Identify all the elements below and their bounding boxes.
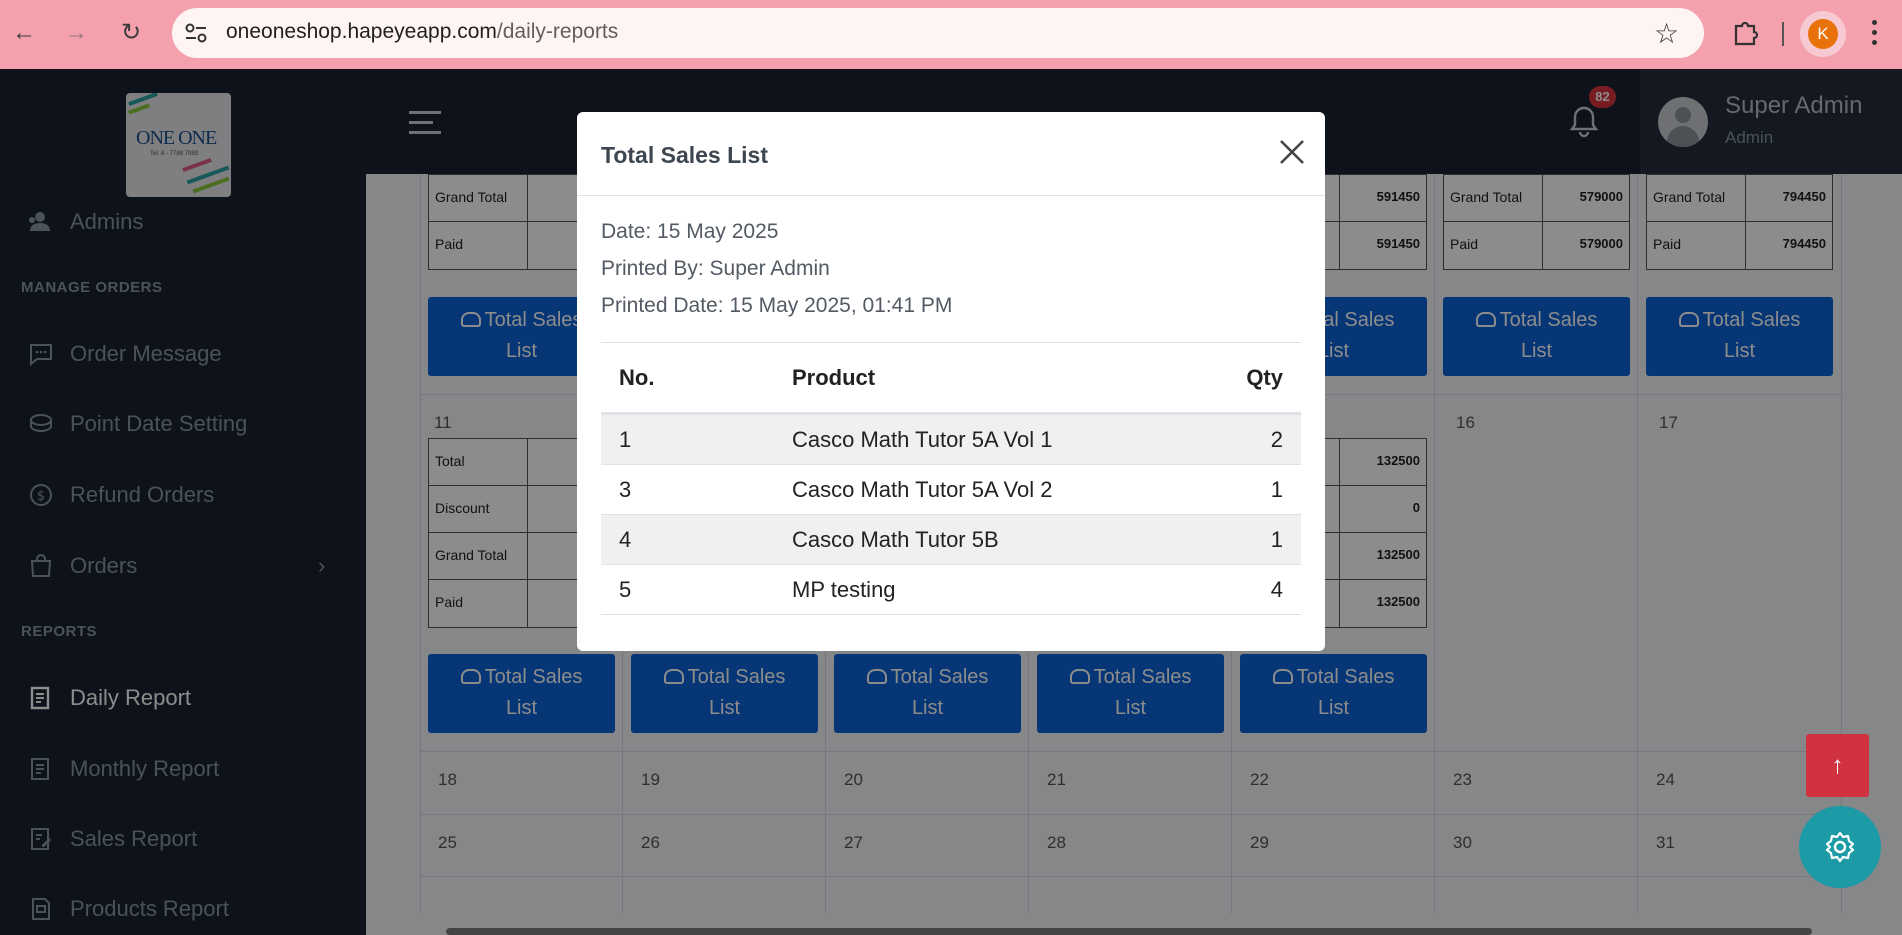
printed-by: Printed By: Super Admin [601,257,830,280]
url-host: oneoneshop.hapeyeapp.com [226,20,497,43]
url-path: /daily-reports [496,20,619,43]
cell-product: MP testing [792,576,896,602]
column-header-no: No. [619,364,655,390]
cell-no: 5 [619,576,632,602]
table-header: No. Product Qty [601,343,1301,415]
back-arrow-icon[interactable]: ← [9,18,39,48]
cell-product: Casco Math Tutor 5A Vol 2 [792,476,1053,502]
cell-product: Casco Math Tutor 5A Vol 1 [792,426,1053,452]
printed-date: Printed Date: 15 May 2025, 01:41 PM [601,294,953,317]
cell-qty: 1 [1270,476,1283,502]
settings-button[interactable] [1799,806,1881,888]
cell-qty: 4 [1270,576,1283,602]
table-row: 3 Casco Math Tutor 5A Vol 2 1 [601,465,1301,515]
url-text[interactable]: oneoneshop.hapeyeapp.com/daily-reports [226,20,618,44]
reload-icon[interactable]: ↻ [116,18,146,48]
column-header-product: Product [792,364,876,390]
modal-title: Total Sales List [601,142,769,168]
arrow-up-icon: ↑ [1831,752,1844,779]
cell-no: 4 [619,526,632,552]
bookmark-star-icon[interactable]: ☆ [1654,17,1679,50]
close-icon[interactable] [1272,132,1312,172]
cell-no: 1 [619,426,632,452]
total-sales-modal: Total Sales List Date: 15 May 2025 Print… [577,112,1325,651]
cell-no: 3 [619,476,632,502]
report-date: Date: 15 May 2025 [601,220,779,243]
profile-avatar[interactable]: K [1808,19,1838,49]
table-row: 4 Casco Math Tutor 5B 1 [601,515,1301,565]
browser-menu-icon[interactable] [1872,20,1878,48]
table-row: 1 Casco Math Tutor 5A Vol 1 2 [601,415,1301,465]
toolbar-separator [1782,22,1784,46]
cell-product: Casco Math Tutor 5B [792,526,999,552]
column-header-qty: Qty [1246,364,1283,390]
scroll-to-top-button[interactable]: ↑ [1806,734,1869,797]
table-row: 5 MP testing 4 [601,565,1301,615]
forward-arrow-icon[interactable]: → [61,18,91,48]
site-settings-icon[interactable] [184,22,208,44]
gear-icon [1825,831,1855,863]
cell-qty: 1 [1270,526,1283,552]
cell-qty: 2 [1270,426,1283,452]
extensions-icon[interactable] [1730,17,1760,47]
sales-table: No. Product Qty 1 Casco Math Tutor 5A Vo… [601,343,1301,615]
modal-header: Total Sales List [577,112,1325,196]
